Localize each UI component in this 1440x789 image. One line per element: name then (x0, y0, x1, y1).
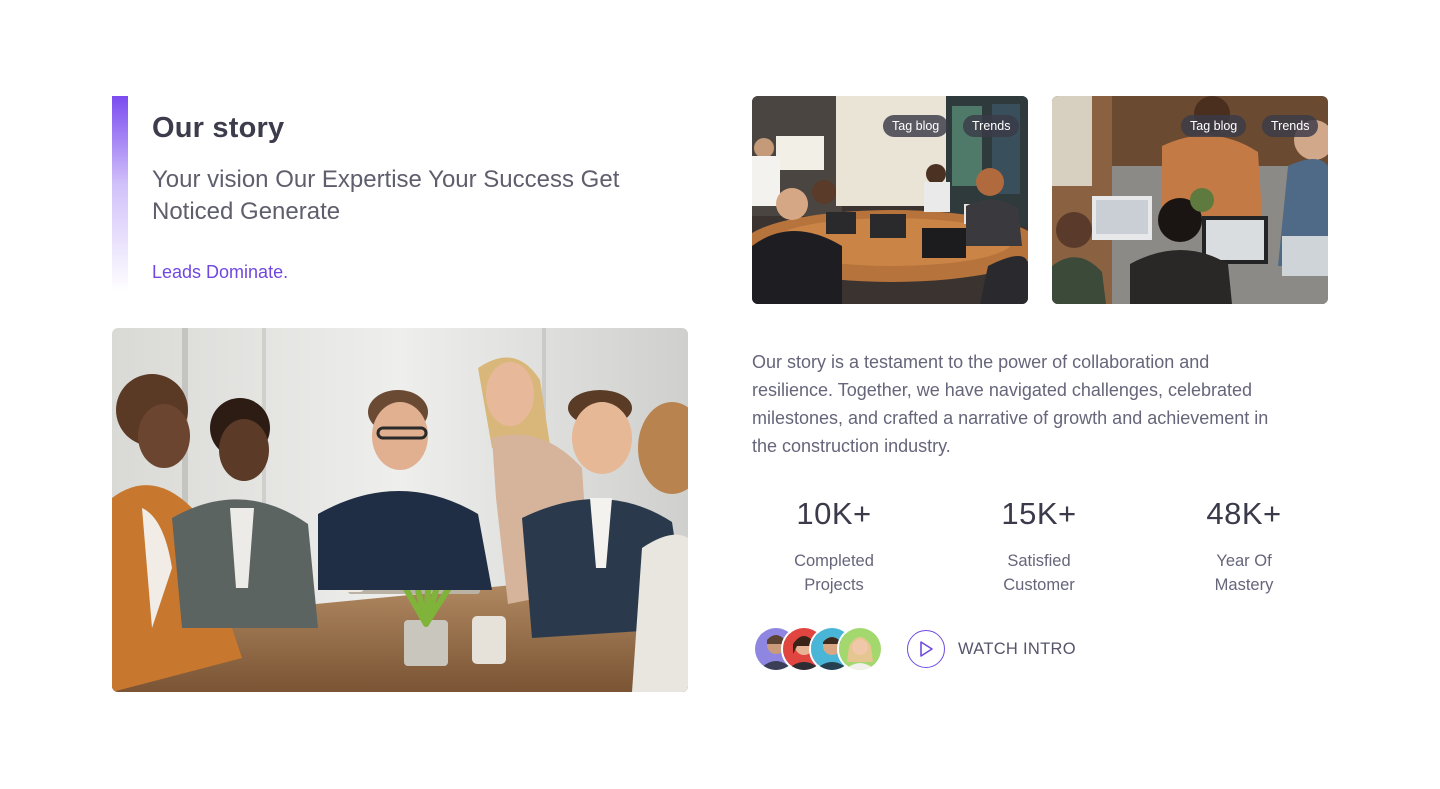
section-subtitle: Your vision Our Expertise Your Success G… (152, 166, 620, 225)
team-meeting-photo (112, 328, 688, 692)
watch-intro-label[interactable]: WATCH INTRO (958, 640, 1076, 659)
story-header: Our story Your vision Our Expertise Your… (112, 96, 688, 292)
story-description: Our story is a testament to the power of… (752, 352, 1269, 456)
tag-chip[interactable]: Trends (1262, 115, 1319, 137)
stat-satisfied-customer: 15K+ Satisfied Customer (954, 494, 1124, 597)
play-icon[interactable] (907, 630, 945, 668)
avatar (837, 626, 883, 672)
team-avatars (753, 626, 893, 672)
tag-chip[interactable]: Trends (963, 115, 1020, 137)
our-story-section: Our story Your vision Our Expertise Your… (0, 0, 1440, 789)
tag-chip[interactable]: Tag blog (1181, 115, 1247, 137)
stat-year-of-mastery: 48K+ Year Of Mastery (1159, 494, 1329, 597)
watch-intro-button[interactable]: WATCH INTRO (907, 630, 1076, 668)
stat-completed-projects: 10K+ Completed Projects (749, 494, 919, 597)
stat-label: Completed Projects (794, 552, 874, 594)
section-title: Our story (152, 112, 285, 144)
stat-value: 10K+ (796, 496, 872, 531)
stat-value: 48K+ (1206, 496, 1282, 531)
accent-bar (112, 96, 128, 292)
tag-chip[interactable]: Tag blog (883, 115, 949, 137)
stat-value: 15K+ (1001, 496, 1077, 531)
leads-dominate-link[interactable]: Leads Dominate. (152, 262, 288, 283)
stat-label: Satisfied Customer (1003, 552, 1075, 594)
stat-label: Year Of Mastery (1214, 552, 1274, 594)
